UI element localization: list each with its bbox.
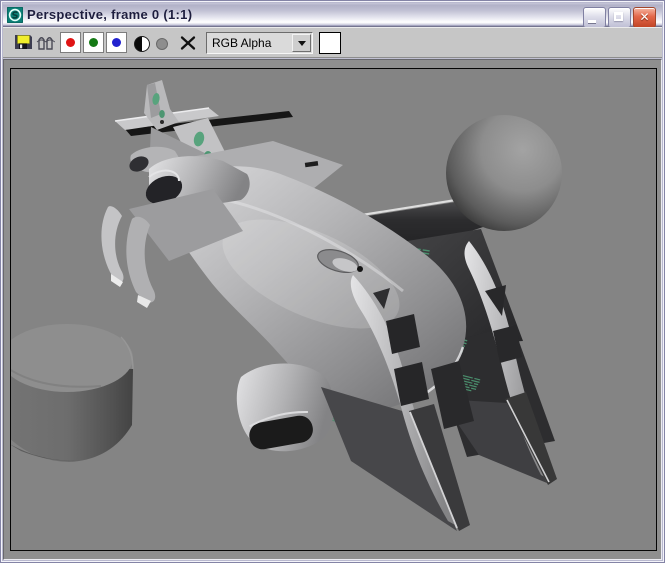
minimize-icon	[588, 20, 596, 23]
monochrome-icon	[156, 38, 168, 50]
sphere	[446, 115, 562, 231]
green-channel-icon	[89, 38, 98, 47]
render-canvas	[11, 69, 656, 550]
close-button[interactable]: ✕	[633, 7, 656, 28]
vfb-client-area	[3, 59, 662, 560]
red-channel-icon	[66, 38, 75, 47]
clear-button[interactable]	[180, 35, 196, 51]
channel-display-value: RGB Alpha	[212, 36, 272, 50]
clone-window-button[interactable]	[36, 34, 56, 51]
alpha-channel-button[interactable]	[134, 36, 150, 52]
channel-display-dropdown[interactable]: RGB Alpha	[206, 32, 313, 54]
blue-channel-icon	[112, 38, 121, 47]
cylinder	[11, 324, 134, 462]
rendered-frame-window: Perspective, frame 0 (1:1) ✕ RGB Alpha	[0, 0, 665, 563]
maximize-icon	[614, 12, 623, 21]
vfb-toolbar: RGB Alpha	[3, 27, 662, 58]
close-icon: ✕	[639, 10, 650, 24]
maximize-button[interactable]	[608, 7, 631, 28]
alpha-channel-icon	[134, 36, 150, 52]
3ds-max-logo-icon	[7, 6, 23, 23]
save-bitmap-button[interactable]	[14, 33, 33, 51]
window-title: Perspective, frame 0 (1:1)	[27, 7, 193, 22]
green-channel-button[interactable]	[83, 32, 104, 53]
rendered-image[interactable]	[10, 68, 657, 551]
blue-channel-button[interactable]	[106, 32, 127, 53]
color-swatch[interactable]	[319, 32, 341, 54]
title-bar[interactable]: Perspective, frame 0 (1:1) ✕	[3, 3, 662, 28]
red-channel-button[interactable]	[60, 32, 81, 53]
dropdown-button[interactable]	[292, 34, 311, 52]
minimize-button[interactable]	[583, 7, 606, 28]
monochrome-button[interactable]	[156, 38, 168, 50]
chevron-down-icon	[297, 40, 306, 46]
